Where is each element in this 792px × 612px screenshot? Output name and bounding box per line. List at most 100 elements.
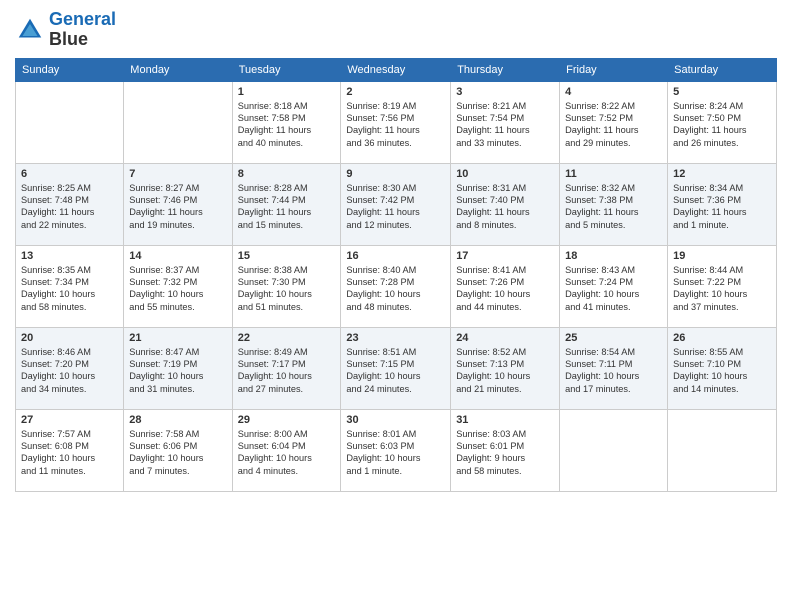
day-info: Sunrise: 8:19 AM Sunset: 7:56 PM Dayligh… <box>346 101 419 148</box>
day-number: 5 <box>673 86 771 98</box>
day-cell: 11Sunrise: 8:32 AM Sunset: 7:38 PM Dayli… <box>560 163 668 245</box>
day-number: 25 <box>565 332 662 344</box>
day-number: 15 <box>238 250 336 262</box>
day-cell: 1 Sunrise: 8:18 AM Sunset: 7:58 PM Daylig… <box>232 81 341 163</box>
day-info: Sunrise: 8:00 AM Sunset: 6:04 PM Dayligh… <box>238 429 312 476</box>
week-row-5: 27 Sunrise: 7:57 AM Sunset: 6:08 PM Dayli… <box>16 409 777 491</box>
day-cell: 15 Sunrise: 8:38 AM Sunset: 7:30 PM Dayli… <box>232 245 341 327</box>
day-info: Sunrise: 8:03 AM Sunset: 6:01 PM Dayligh… <box>456 429 526 476</box>
day-number: 28 <box>129 414 226 426</box>
day-cell <box>560 409 668 491</box>
week-row-1: 1 Sunrise: 8:18 AM Sunset: 7:58 PM Daylig… <box>16 81 777 163</box>
day-number: 27 <box>21 414 118 426</box>
day-number: 12 <box>673 168 771 180</box>
day-number: 10 <box>456 168 554 180</box>
day-info: Sunrise: 8:18 AM Sunset: 7:58 PM Dayligh… <box>238 101 311 148</box>
day-cell: 4 Sunrise: 8:22 AM Sunset: 7:52 PM Daylig… <box>560 81 668 163</box>
day-cell: 16 Sunrise: 8:40 AM Sunset: 7:28 PM Dayli… <box>341 245 451 327</box>
day-number: 26 <box>673 332 771 344</box>
day-info: Sunrise: 8:21 AM Sunset: 7:54 PM Dayligh… <box>456 101 529 148</box>
week-row-3: 13 Sunrise: 8:35 AM Sunset: 7:34 PM Dayli… <box>16 245 777 327</box>
calendar-table: SundayMondayTuesdayWednesdayThursdayFrid… <box>15 58 777 492</box>
day-cell: 29 Sunrise: 8:00 AM Sunset: 6:04 PM Dayli… <box>232 409 341 491</box>
day-info: Sunrise: 8:22 AM Sunset: 7:52 PM Dayligh… <box>565 101 638 148</box>
day-number: 3 <box>456 86 554 98</box>
day-cell: 17 Sunrise: 8:41 AM Sunset: 7:26 PM Dayli… <box>451 245 560 327</box>
day-cell: 18Sunrise: 8:43 AM Sunset: 7:24 PM Dayli… <box>560 245 668 327</box>
day-number: 16 <box>346 250 445 262</box>
day-number: 30 <box>346 414 445 426</box>
col-header-friday: Friday <box>560 58 668 81</box>
day-number: 20 <box>21 332 118 344</box>
day-number: 8 <box>238 168 336 180</box>
day-number: 2 <box>346 86 445 98</box>
day-cell: 30 Sunrise: 8:01 AM Sunset: 6:03 PM Dayli… <box>341 409 451 491</box>
day-info: Sunrise: 8:24 AM Sunset: 7:50 PM Dayligh… <box>673 101 746 148</box>
day-cell: 13 Sunrise: 8:35 AM Sunset: 7:34 PM Dayli… <box>16 245 124 327</box>
col-header-sunday: Sunday <box>16 58 124 81</box>
day-number: 14 <box>129 250 226 262</box>
day-cell: 23 Sunrise: 8:51 AM Sunset: 7:15 PM Dayli… <box>341 327 451 409</box>
day-info: Sunrise: 8:35 AM Sunset: 7:34 PM Dayligh… <box>21 265 95 312</box>
day-number: 19 <box>673 250 771 262</box>
day-cell: 20Sunrise: 8:46 AM Sunset: 7:20 PM Dayli… <box>16 327 124 409</box>
day-info: Sunrise: 8:38 AM Sunset: 7:30 PM Dayligh… <box>238 265 312 312</box>
col-header-wednesday: Wednesday <box>341 58 451 81</box>
col-header-tuesday: Tuesday <box>232 58 341 81</box>
day-info: Sunrise: 8:40 AM Sunset: 7:28 PM Dayligh… <box>346 265 420 312</box>
day-cell: 24 Sunrise: 8:52 AM Sunset: 7:13 PM Dayli… <box>451 327 560 409</box>
day-info: Sunrise: 7:57 AM Sunset: 6:08 PM Dayligh… <box>21 429 95 476</box>
day-number: 4 <box>565 86 662 98</box>
day-cell: 3 Sunrise: 8:21 AM Sunset: 7:54 PM Daylig… <box>451 81 560 163</box>
day-cell: 2 Sunrise: 8:19 AM Sunset: 7:56 PM Daylig… <box>341 81 451 163</box>
day-info: Sunrise: 8:52 AM Sunset: 7:13 PM Dayligh… <box>456 347 530 394</box>
logo-icon <box>15 15 45 45</box>
logo-text: General Blue <box>49 10 116 50</box>
day-cell: 5 Sunrise: 8:24 AM Sunset: 7:50 PM Daylig… <box>668 81 777 163</box>
day-cell <box>124 81 232 163</box>
day-number: 9 <box>346 168 445 180</box>
day-cell: 10 Sunrise: 8:31 AM Sunset: 7:40 PM Dayli… <box>451 163 560 245</box>
day-number: 24 <box>456 332 554 344</box>
week-row-4: 20Sunrise: 8:46 AM Sunset: 7:20 PM Dayli… <box>16 327 777 409</box>
day-info: Sunrise: 8:51 AM Sunset: 7:15 PM Dayligh… <box>346 347 420 394</box>
day-info: Sunrise: 8:41 AM Sunset: 7:26 PM Dayligh… <box>456 265 530 312</box>
logo: General Blue <box>15 10 116 50</box>
day-info: Sunrise: 8:28 AM Sunset: 7:44 PM Dayligh… <box>238 183 311 230</box>
day-number: 17 <box>456 250 554 262</box>
day-number: 11 <box>565 168 662 180</box>
header: General Blue <box>15 10 777 50</box>
day-cell <box>668 409 777 491</box>
day-number: 22 <box>238 332 336 344</box>
day-cell: 8 Sunrise: 8:28 AM Sunset: 7:44 PM Daylig… <box>232 163 341 245</box>
day-number: 13 <box>21 250 118 262</box>
day-info: Sunrise: 8:43 AM Sunset: 7:24 PM Dayligh… <box>565 265 639 312</box>
day-cell: 26Sunrise: 8:55 AM Sunset: 7:10 PM Dayli… <box>668 327 777 409</box>
day-cell: 12 Sunrise: 8:34 AM Sunset: 7:36 PM Dayli… <box>668 163 777 245</box>
day-info: Sunrise: 8:27 AM Sunset: 7:46 PM Dayligh… <box>129 183 202 230</box>
day-cell: 14 Sunrise: 8:37 AM Sunset: 7:32 PM Dayli… <box>124 245 232 327</box>
day-info: Sunrise: 8:30 AM Sunset: 7:42 PM Dayligh… <box>346 183 419 230</box>
day-cell: 27 Sunrise: 7:57 AM Sunset: 6:08 PM Dayli… <box>16 409 124 491</box>
col-header-thursday: Thursday <box>451 58 560 81</box>
day-info: Sunrise: 8:01 AM Sunset: 6:03 PM Dayligh… <box>346 429 420 476</box>
day-info: Sunrise: 8:25 AM Sunset: 7:48 PM Dayligh… <box>21 183 94 230</box>
page: General Blue SundayMondayTuesdayWednesda… <box>0 0 792 612</box>
day-cell: 22Sunrise: 8:49 AM Sunset: 7:17 PM Dayli… <box>232 327 341 409</box>
day-info: Sunrise: 8:47 AM Sunset: 7:19 PM Dayligh… <box>129 347 203 394</box>
day-number: 23 <box>346 332 445 344</box>
day-info: Sunrise: 8:37 AM Sunset: 7:32 PM Dayligh… <box>129 265 203 312</box>
day-cell: 21 Sunrise: 8:47 AM Sunset: 7:19 PM Dayli… <box>124 327 232 409</box>
day-cell: 19Sunrise: 8:44 AM Sunset: 7:22 PM Dayli… <box>668 245 777 327</box>
col-header-monday: Monday <box>124 58 232 81</box>
day-cell <box>16 81 124 163</box>
day-number: 21 <box>129 332 226 344</box>
day-number: 1 <box>238 86 336 98</box>
day-info: Sunrise: 8:34 AM Sunset: 7:36 PM Dayligh… <box>673 183 746 230</box>
day-cell: 9 Sunrise: 8:30 AM Sunset: 7:42 PM Daylig… <box>341 163 451 245</box>
day-info: Sunrise: 8:54 AM Sunset: 7:11 PM Dayligh… <box>565 347 639 394</box>
day-cell: 7Sunrise: 8:27 AM Sunset: 7:46 PM Daylig… <box>124 163 232 245</box>
week-row-2: 6Sunrise: 8:25 AM Sunset: 7:48 PM Daylig… <box>16 163 777 245</box>
day-info: Sunrise: 8:31 AM Sunset: 7:40 PM Dayligh… <box>456 183 529 230</box>
day-number: 29 <box>238 414 336 426</box>
